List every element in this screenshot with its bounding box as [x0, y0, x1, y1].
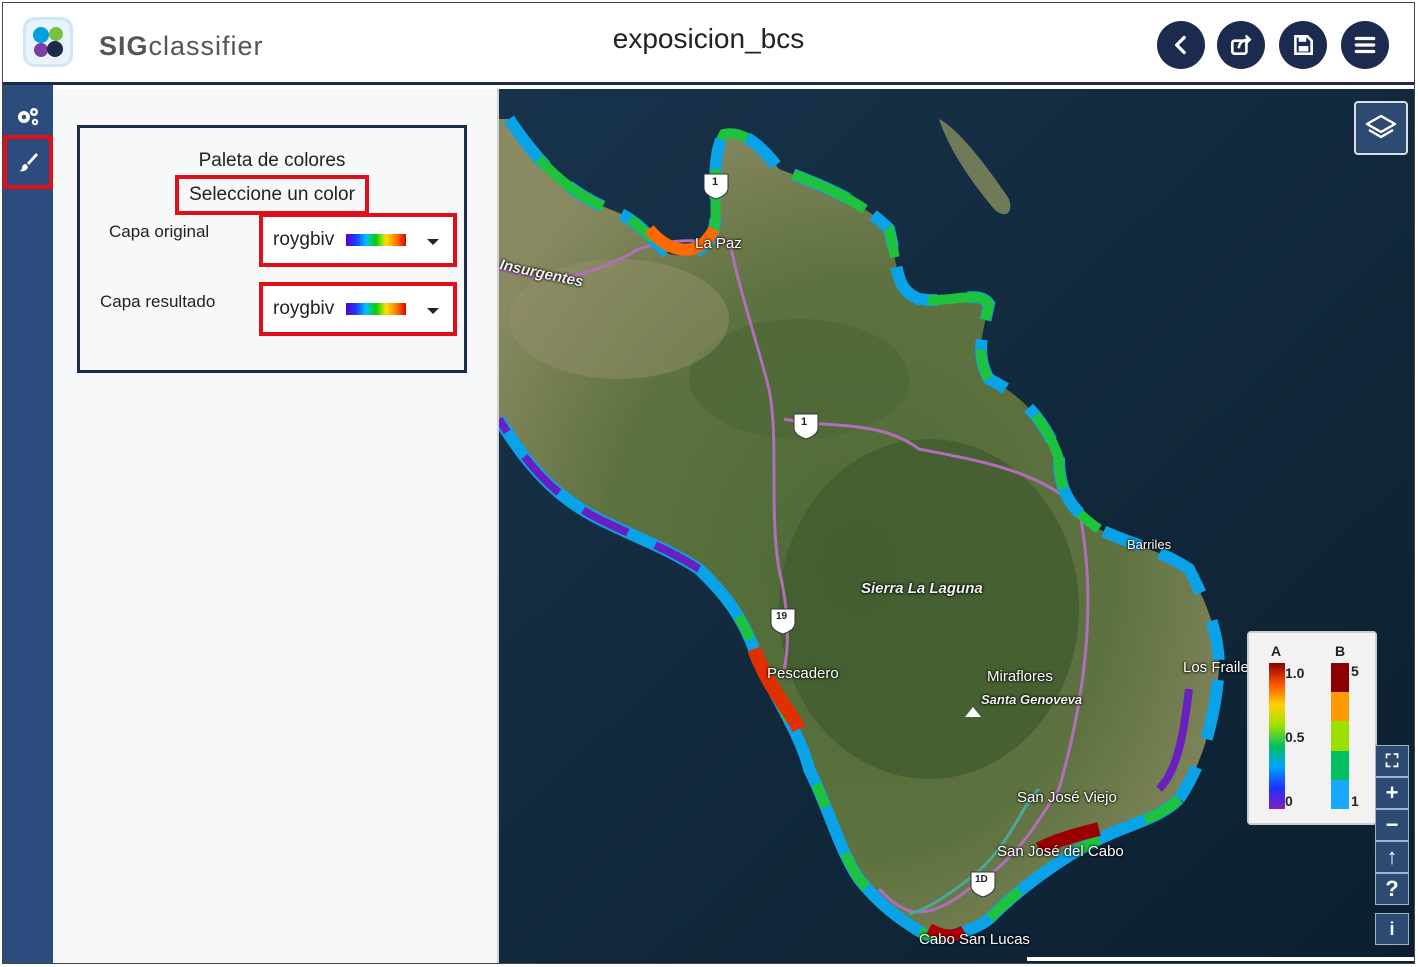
- reset-north-button[interactable]: ↑: [1375, 841, 1409, 873]
- legend-b-header: B: [1335, 643, 1346, 659]
- paintbrush-icon: [19, 153, 38, 172]
- map-view[interactable]: 1 19 1D 1 La Paz Insurgentes Sierra La L…: [499, 89, 1414, 963]
- place-sierra-la-laguna: Sierra La Laguna: [861, 580, 983, 597]
- place-santa-genoveva: Santa Genoveva: [981, 692, 1083, 707]
- legend-a-ramp: [1269, 663, 1285, 809]
- place-miraflores: Miraflores: [987, 668, 1053, 685]
- zoom-out-button[interactable]: −: [1375, 809, 1409, 841]
- result-layer-label: Capa resultado: [100, 292, 216, 311]
- minus-icon: −: [1385, 812, 1399, 837]
- rail-palette-button[interactable]: [3, 135, 53, 189]
- legend-b-class-2: [1331, 750, 1349, 780]
- legend-b-min: 1: [1351, 793, 1359, 809]
- layers-button[interactable]: [1354, 101, 1408, 155]
- menu-button[interactable]: [1341, 21, 1389, 69]
- chevron-left-icon: [1175, 35, 1186, 55]
- legend-b-class-1: [1331, 779, 1349, 810]
- map-legend: A B 1.0 0.5 0 5 1: [1247, 631, 1377, 825]
- place-cabo-san-lucas: Cabo San Lucas: [919, 931, 1030, 948]
- place-la-paz: La Paz: [695, 235, 742, 252]
- legend-b-class-5: [1331, 663, 1349, 693]
- select-color-message: Seleccione un color: [175, 175, 369, 215]
- highway-shield: 1: [801, 416, 808, 428]
- hamburger-icon: [1354, 36, 1376, 54]
- rail-settings-button[interactable]: [3, 93, 53, 139]
- highway-shield: 19: [776, 611, 788, 622]
- color-ramp-swatch: [346, 234, 407, 246]
- question-icon: ?: [1385, 876, 1399, 901]
- original-layer-value: roygbiv: [273, 229, 335, 250]
- zoom-in-button[interactable]: +: [1375, 777, 1409, 809]
- satellite-basemap: [499, 89, 1414, 963]
- save-button[interactable]: [1279, 21, 1327, 69]
- place-san-jose-del-cabo: San José del Cabo: [997, 843, 1124, 860]
- legend-a-header: A: [1271, 643, 1282, 659]
- legend-b-class-3: [1331, 721, 1349, 751]
- help-button[interactable]: ?: [1375, 873, 1409, 905]
- legend-a-min: 0: [1285, 793, 1293, 809]
- share-icon: [1231, 35, 1252, 55]
- place-san-jose-viejo: San José Viejo: [1017, 789, 1117, 806]
- app-window: SIGclassifier exposicion_bcs Paleta de c…: [2, 2, 1415, 964]
- arrow-up-icon: ↑: [1386, 844, 1398, 869]
- header: SIGclassifier exposicion_bcs: [3, 3, 1414, 85]
- plus-icon: +: [1385, 780, 1399, 805]
- original-layer-label: Capa original: [109, 222, 210, 241]
- legend-b-max: 5: [1351, 663, 1359, 679]
- back-button[interactable]: [1157, 21, 1205, 69]
- result-layer-value: roygbiv: [273, 298, 335, 319]
- original-layer-dropdown[interactable]: roygbiv: [259, 213, 457, 267]
- side-panel: Paleta de colores Seleccione un color Ca…: [53, 89, 499, 963]
- layers-icon: [1365, 114, 1397, 139]
- save-icon: [1294, 35, 1313, 55]
- color-ramp-swatch: [346, 303, 407, 315]
- highway-shield: 1: [712, 176, 719, 188]
- fullscreen-button[interactable]: ⛶: [1375, 745, 1409, 777]
- info-icon: i: [1389, 918, 1395, 939]
- legend-a-mid: 0.5: [1285, 729, 1305, 745]
- info-button[interactable]: i: [1375, 913, 1409, 945]
- scale-bar: [1027, 957, 1414, 961]
- place-pescadero: Pescadero: [767, 665, 839, 682]
- caret-down-icon: [427, 239, 439, 245]
- share-button[interactable]: [1217, 21, 1265, 69]
- fullscreen-icon: ⛶: [1385, 750, 1399, 771]
- caret-down-icon: [427, 308, 439, 314]
- highway-shield: 1D: [975, 874, 988, 885]
- palette-title: Paleta de colores: [198, 150, 346, 171]
- left-rail: [3, 85, 53, 963]
- gears-icon: [18, 108, 39, 126]
- place-los-frailes: Los Frailes: [1183, 659, 1257, 676]
- legend-b-ramp: [1331, 663, 1349, 810]
- legend-b-class-4: [1331, 692, 1349, 722]
- palette-box: Paleta de colores Seleccione un color Ca…: [77, 125, 467, 373]
- legend-a-max: 1.0: [1285, 665, 1305, 681]
- result-layer-dropdown[interactable]: roygbiv: [259, 282, 457, 336]
- place-barriles: Barriles: [1127, 537, 1172, 552]
